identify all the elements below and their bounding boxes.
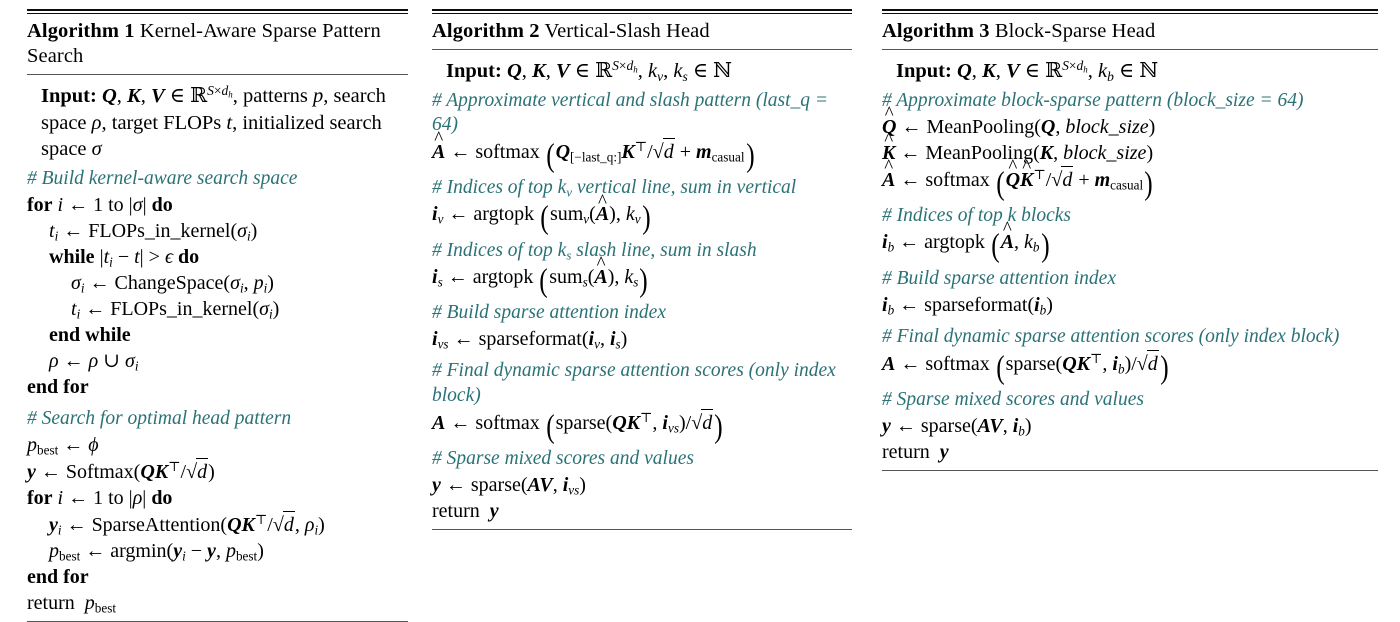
algorithm-3-body: Input: Q, K, V ∈ ℝS×dh, kb ∈ ℕ # Approxi… [882, 50, 1378, 465]
algorithm-2-line-y: y ← sparse(AV, ivs) [432, 474, 586, 499]
algorithm-2-input: Input: Q, K, V ∈ ℝS×dh, kv, ks ∈ ℕ [432, 57, 852, 85]
algorithm-2-body: Input: Q, K, V ∈ ℝS×dh, kv, ks ∈ ℕ # App… [432, 50, 852, 524]
algorithm-2-title: Algorithm 2 Vertical-Slash Head [432, 14, 852, 47]
algorithm-3-line-return: return y [882, 441, 949, 464]
algorithm-1-line-rho-union: ρ ← ρ ∪ σi [49, 350, 139, 374]
algorithm-1-line-for-1: for i ← 1 to |σ| do [27, 194, 173, 217]
algorithm-2-input-body: Q, K, V ∈ ℝS×dh, kv, ks ∈ ℕ [506, 57, 732, 84]
algorithm-3-comment-2: # Indices of top k blocks [882, 205, 1071, 227]
algorithm-figure: Algorithm 1 Kernel-Aware Sparse Pattern … [0, 0, 1400, 622]
algorithm-2-line-ivs: ivs ← sparseformat(iv, is) [432, 328, 628, 353]
algorithm-1-line-y-softmax: y ← Softmax(QK⊤/√d) [27, 458, 215, 484]
algorithm-3-comment-4: # Final dynamic sparse attention scores … [882, 325, 1340, 347]
algorithm-1-line-end-for-2: end for [27, 566, 89, 589]
algorithm-3-title: Algorithm 3 Block-Sparse Head [882, 14, 1378, 47]
algorithm-1-line-end-while: end while [49, 324, 131, 347]
algorithm-1-line-while: while |ti − t| > ϵ do [49, 246, 200, 270]
algorithm-3-input: Input: Q, K, V ∈ ℝS×dh, kb ∈ ℕ [882, 57, 1378, 85]
algorithm-3-comment-1: # Approximate block-sparse pattern (bloc… [882, 89, 1304, 111]
algorithm-1-comment-2: # Search for optimal head pattern [27, 408, 292, 430]
algorithm-1-comment-1: # Build kernel-aware search space [27, 167, 298, 189]
algorithm-3-comment-5: # Sparse mixed scores and values [882, 389, 1144, 411]
algorithm-2-input-label: Input: [446, 60, 502, 82]
algorithm-3-line-A: A ← softmax (sparse(QK⊤, ib)/√d) [882, 349, 1169, 386]
algorithm-1-line-end-for-1: end for [27, 376, 89, 399]
algorithm-2-line-A: A ← softmax (sparse(QK⊤, ivs)/√d) [432, 408, 723, 445]
algorithm-2-comment-1: # Approximate vertical and slash pattern… [432, 89, 829, 135]
algorithm-3-bottom-rule [882, 470, 1378, 472]
algorithm-3-line-y: y ← sparse(AV, ib) [882, 415, 1032, 440]
algorithm-1-line-sparse-attention: yi ← SparseAttention(QK⊤/√d, ρi) [49, 511, 325, 538]
algorithm-3-line-qhat: ^ Q ← MeanPooling(Q, block_size) [882, 102, 1156, 138]
algorithm-1-line-return: return pbest [27, 592, 117, 616]
algorithm-3-number: Algorithm 3 [882, 20, 990, 42]
algorithm-1-body: Input: Q, K, V ∈ ℝS×dh, patterns p, sear… [27, 75, 408, 616]
algorithm-2-comment-3: # Indices of top ks slash line, sum in s… [432, 239, 757, 263]
algorithm-1-line-for-2: for i ← 1 to |ρ| do [27, 487, 173, 510]
algorithm-3-input-body: Q, K, V ∈ ℝS×dh, kb ∈ ℕ [956, 57, 1159, 84]
algorithm-1-input-label: Input: [41, 85, 97, 107]
algorithm-block-1: Algorithm 1 Kernel-Aware Sparse Pattern … [0, 0, 420, 622]
algorithm-3-comment-3: # Build sparse attention index [882, 267, 1116, 289]
algorithm-1-title: Algorithm 1 Kernel-Aware Sparse Pattern … [27, 14, 408, 72]
algorithm-1-line-flops-2: ti ← FLOPs_in_kernel(σi) [71, 298, 280, 322]
algorithm-2-line-is: is ← argtopk (sums(^ A), ks) [432, 253, 649, 299]
algorithm-block-3: Algorithm 3 Block-Sparse Head Input: Q, … [870, 0, 1400, 576]
algorithm-block-2: Algorithm 2 Vertical-Slash Head Input: Q… [420, 0, 870, 576]
algorithm-2-line-return: return y [432, 500, 499, 523]
algorithm-3-line-ib-sparseformat: ib ← sparseformat(ib) [882, 293, 1053, 318]
algorithm-3-line-ib-argtopk: ib ← argtopk (^ A, kb) [882, 218, 1050, 265]
algorithm-2-line-ahat: ^ A ← softmax (Q[−last_q:]K⊤/√d + mcasual… [432, 128, 755, 174]
algorithm-2-comment-6: # Sparse mixed scores and values [432, 448, 694, 470]
algorithm-2-comment-4: # Build sparse attention index [432, 302, 666, 324]
algorithm-3-input-label: Input: [896, 60, 952, 82]
algorithm-3-line-ahat: ^ A ← softmax (^ Q ^ K⊤/√d + mcasual) [882, 155, 1153, 202]
algorithm-2-name: Vertical-Slash Head [544, 20, 710, 42]
algorithm-2-comment-5: # Final dynamic sparse attention scores … [432, 360, 836, 406]
algorithm-1-input: Input: Q, K, V ∈ ℝS×dh, patterns p, sear… [27, 82, 408, 163]
algorithm-1-line-flops-1: ti ← FLOPs_in_kernel(σi) [49, 220, 258, 244]
algorithm-2-line-iv: iv ← argtopk (sumv(^ A), kv) [432, 190, 651, 237]
algorithm-1-number: Algorithm 1 [27, 20, 135, 42]
algorithm-1-line-pbest-init: pbest ← ϕ [27, 434, 99, 458]
algorithm-2-number: Algorithm 2 [432, 20, 540, 42]
algorithm-3-line-khat: ^ K ← MeanPooling(K, block_size) [882, 128, 1154, 164]
algorithm-3-name: Block-Sparse Head [994, 20, 1156, 42]
algorithm-2-bottom-rule [432, 529, 852, 531]
algorithm-1-line-changespace: σi ← ChangeSpace(σi, pi) [71, 272, 274, 296]
algorithm-1-line-argmin: pbest ← argmin(yi − y, pbest) [49, 540, 264, 564]
algorithm-2-comment-2: # Indices of top kv vertical line, sum i… [432, 177, 797, 200]
